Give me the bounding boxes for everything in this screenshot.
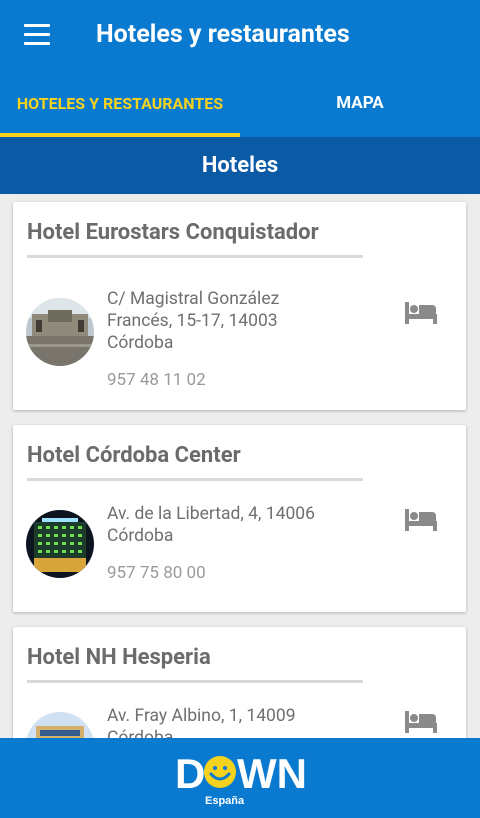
hotel-thumbnail <box>26 298 94 366</box>
title-divider <box>27 680 363 683</box>
hotel-name: Hotel Córdoba Center <box>27 443 241 468</box>
address-line: Córdoba <box>107 333 174 353</box>
app-bar: Hoteles y restaurantes HOTELES Y RESTAUR… <box>0 0 480 137</box>
svg-text:D: D <box>175 750 206 797</box>
app-title: Hoteles y restaurantes <box>96 20 350 49</box>
hotel-name: Hotel NH Hesperia <box>27 645 211 670</box>
svg-text:WN: WN <box>237 750 305 797</box>
address-line: Francés, 15-17, 14003 <box>107 311 278 331</box>
hotel-thumbnail <box>26 712 94 738</box>
address-line: Av. Fray Albino, 1, 14009 <box>107 706 296 726</box>
address-line: C/ Magistral González <box>107 289 280 309</box>
address-line: Córdoba <box>107 526 174 546</box>
tab-label: MAPA <box>336 93 384 113</box>
hotel-name: Hotel Eurostars Conquistador <box>27 220 319 245</box>
section-header: Hoteles <box>0 137 480 194</box>
bed-icon[interactable] <box>405 302 437 324</box>
down-espana-logo: D WN España <box>175 750 305 807</box>
hotel-list[interactable]: Hotel Eurostars Conquistador C/ Magistra… <box>0 194 480 738</box>
section-title: Hoteles <box>201 153 279 178</box>
hotel-thumbnail <box>26 510 94 578</box>
hotel-card[interactable]: Hotel Córdoba Center Av. de la Libertad,… <box>13 425 466 612</box>
hamburger-menu-icon[interactable] <box>24 24 50 46</box>
hotel-address: C/ Magistral González Francés, 15-17, 14… <box>107 288 279 354</box>
hotel-address: Av. de la Libertad, 4, 14006 Córdoba <box>107 503 315 547</box>
title-divider <box>27 478 363 481</box>
logo-subtext: España <box>205 795 245 807</box>
bed-icon[interactable] <box>405 711 437 733</box>
tab-mapa[interactable]: MAPA <box>240 72 480 134</box>
hotel-phone[interactable]: 957 48 11 02 <box>107 370 206 390</box>
tab-label: HOTELES Y RESTAURANTES <box>16 93 224 113</box>
hotel-address: Av. Fray Albino, 1, 14009 Córdoba <box>107 705 296 738</box>
address-line: Av. de la Libertad, 4, 14006 <box>107 504 315 524</box>
title-divider <box>27 255 363 258</box>
address-line: Córdoba <box>107 728 174 738</box>
tab-hoteles-y-restaurantes[interactable]: HOTELES Y RESTAURANTES <box>0 72 240 134</box>
hotel-card[interactable]: Hotel NH Hesperia Av. Fray Albino, 1, 14… <box>13 627 466 738</box>
bed-icon[interactable] <box>405 509 437 531</box>
hotel-card[interactable]: Hotel Eurostars Conquistador C/ Magistra… <box>13 202 466 410</box>
footer-bar: D WN España <box>0 738 480 818</box>
hotel-phone[interactable]: 957 75 80 00 <box>107 563 206 583</box>
